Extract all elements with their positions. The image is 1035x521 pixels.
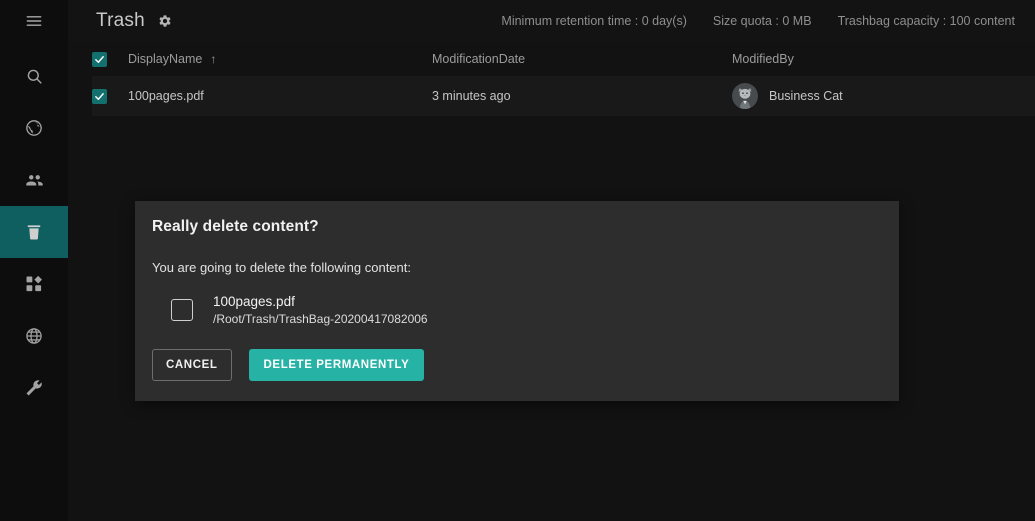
column-header-displayname-label: DisplayName — [128, 52, 203, 66]
table-header-row: DisplayName ↑ ModificationDate ModifiedB… — [92, 42, 1035, 76]
dialog-item-name: 100pages.pdf — [213, 294, 295, 309]
sidebar-item-language[interactable] — [0, 310, 68, 362]
row-modificationdate: 3 minutes ago — [432, 89, 732, 103]
main-content: Trash Minimum retention time : 0 day(s) … — [68, 0, 1035, 521]
dialog-content-item: 100pages.pdf /Root/Trash/TrashBag-202004… — [135, 275, 899, 326]
dialog-subtitle: You are going to delete the following co… — [152, 260, 411, 275]
dialog-item-texts: 100pages.pdf /Root/Trash/TrashBag-202004… — [213, 294, 428, 326]
search-icon — [25, 67, 44, 86]
row-select-cell — [92, 88, 128, 104]
gear-icon[interactable] — [157, 13, 173, 29]
avatar — [732, 83, 758, 109]
column-header-displayname[interactable]: DisplayName ↑ — [128, 52, 432, 66]
column-header-modifiedby-label: ModifiedBy — [732, 52, 794, 66]
column-header-modificationdate-label: ModificationDate — [432, 52, 526, 66]
language-globe-icon — [24, 326, 44, 346]
column-header-modifiedby[interactable]: ModifiedBy — [732, 52, 1035, 66]
dashboard-icon — [24, 274, 44, 294]
sidebar-item-explore[interactable] — [0, 102, 68, 154]
trash-icon — [24, 222, 44, 242]
globe-explore-icon — [24, 118, 44, 138]
stat-trashbag-capacity: Trashbag capacity : 100 content — [837, 14, 1015, 28]
dialog-actions: CANCEL DELETE PERMANENTLY — [135, 326, 899, 381]
sidebar-item-setup[interactable] — [0, 362, 68, 414]
delete-permanently-button[interactable]: DELETE PERMANENTLY — [248, 349, 425, 381]
row-displayname-label: 100pages.pdf — [128, 89, 204, 103]
menu-toggle[interactable] — [0, 0, 68, 42]
delete-confirmation-dialog: Really delete content? You are going to … — [135, 201, 899, 401]
select-all-cell — [92, 51, 128, 67]
cancel-button[interactable]: CANCEL — [152, 349, 232, 381]
wrench-icon — [24, 378, 44, 398]
sidebar-item-trash[interactable] — [0, 206, 68, 258]
file-icon — [171, 299, 193, 321]
people-icon — [24, 170, 45, 191]
row-checkbox[interactable] — [92, 88, 107, 104]
stat-size-quota: Size quota : 0 MB — [712, 14, 812, 28]
header-stats: Minimum retention time : 0 day(s) Size q… — [501, 14, 1023, 28]
page-title: Trash — [96, 10, 145, 31]
sidebar-item-search[interactable] — [0, 50, 68, 102]
page-header: Trash Minimum retention time : 0 day(s) … — [68, 0, 1035, 42]
sidebar — [0, 0, 68, 521]
app-root: Trash Minimum retention time : 0 day(s) … — [0, 0, 1035, 521]
table-row[interactable]: 100pages.pdf 3 minutes ago Business Cat — [92, 76, 1035, 116]
content-table: DisplayName ↑ ModificationDate ModifiedB… — [68, 42, 1035, 116]
row-displayname: 100pages.pdf — [128, 89, 432, 103]
stat-retention-time: Minimum retention time : 0 day(s) — [501, 14, 687, 28]
dialog-title: Really delete content? — [152, 218, 319, 235]
row-modifiedby-label: Business Cat — [769, 89, 843, 103]
dialog-item-path: /Root/Trash/TrashBag-20200417082006 — [213, 312, 428, 326]
sort-ascending-icon: ↑ — [210, 52, 217, 66]
select-all-checkbox[interactable] — [92, 51, 107, 67]
row-modifiedby: Business Cat — [732, 83, 1035, 109]
sidebar-item-users[interactable] — [0, 154, 68, 206]
row-modificationdate-label: 3 minutes ago — [432, 89, 511, 103]
column-header-modificationdate[interactable]: ModificationDate — [432, 52, 732, 66]
hamburger-menu-icon — [24, 11, 44, 31]
sidebar-item-dashboard[interactable] — [0, 258, 68, 310]
